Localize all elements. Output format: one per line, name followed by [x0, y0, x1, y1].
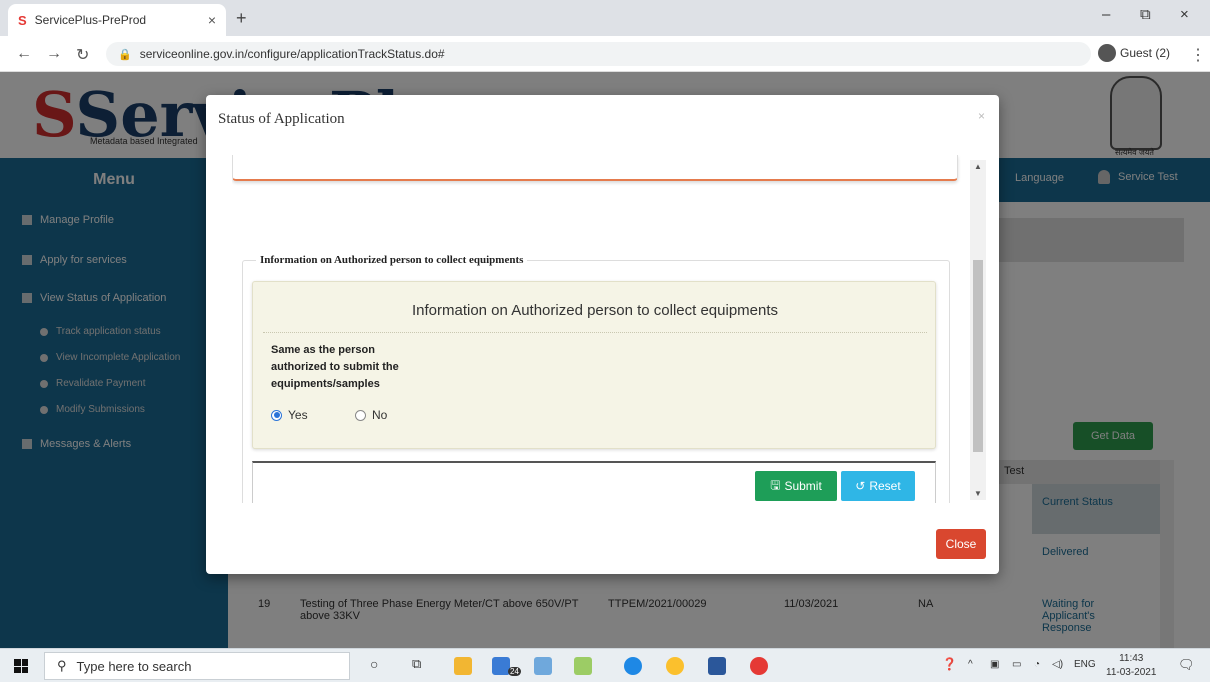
radio-no[interactable]: No — [355, 408, 387, 422]
browser-tab[interactable]: S ServicePlus-PreProd × — [8, 4, 226, 36]
radio-no-circle[interactable] — [355, 409, 366, 421]
windows-taskbar: ⚲ Type here to search ○ ⧉ 24 ❓ ^ ▣ ▭ ◔ ◁… — [0, 648, 1210, 682]
clock[interactable]: 11:43 11-03-2021 — [1106, 652, 1156, 680]
url-field[interactable]: 🔒 serviceonline.gov.in/configure/applica… — [106, 42, 1091, 66]
task-view-icon[interactable]: ⧉ — [412, 656, 421, 672]
forward-icon[interactable]: → — [46, 45, 62, 63]
same-person-question: Same as the person authorized to submit … — [271, 344, 399, 390]
radio-yes-circle[interactable] — [271, 409, 282, 421]
battery-icon[interactable]: ▭ — [1012, 659, 1021, 670]
word-icon[interactable] — [708, 657, 726, 675]
save-icon: 🖫 — [770, 477, 781, 492]
authorized-person-panel: Information on Authorized person to coll… — [252, 281, 936, 449]
profile-button[interactable]: Guest (2) — [1098, 44, 1170, 62]
browser-tabbar: S ServicePlus-PreProd × + – ⧉ × — [0, 0, 1210, 36]
submit-button[interactable]: 🖫 Submit — [755, 471, 837, 501]
modal-close-icon[interactable]: × — [978, 109, 985, 123]
clock-date: 11-03-2021 — [1106, 667, 1157, 678]
lock-icon: 🔒 — [118, 48, 132, 61]
network-icon[interactable]: ▣ — [990, 659, 999, 670]
maximize-button[interactable]: ⧉ — [1140, 6, 1151, 23]
url-text: serviceonline.gov.in/configure/applicati… — [139, 47, 445, 61]
tab-close-icon[interactable]: × — [208, 12, 216, 28]
scroll-down-icon[interactable]: ▼ — [974, 489, 982, 498]
reload-icon[interactable]: ↻ — [76, 45, 89, 65]
taskbar-search[interactable]: ⚲ Type here to search — [44, 652, 350, 680]
help-icon[interactable]: ❓ — [942, 657, 957, 671]
search-icon: ⚲ — [57, 658, 67, 673]
cortana-icon[interactable]: ○ — [370, 656, 378, 672]
chrome-icon[interactable] — [666, 657, 684, 675]
back-icon[interactable]: ← — [16, 45, 32, 63]
panel-divider — [263, 332, 927, 333]
dropbox-icon[interactable] — [534, 657, 552, 675]
browser-menu-icon[interactable]: ⋮ — [1190, 45, 1206, 65]
reset-button[interactable]: ↺ Reset — [841, 471, 915, 501]
profile-label: Guest (2) — [1120, 46, 1171, 60]
file-explorer-icon[interactable] — [454, 657, 472, 675]
close-button[interactable]: Close — [936, 529, 986, 559]
serviceplus-favicon-icon: S — [18, 12, 27, 28]
radio-yes[interactable]: Yes — [271, 408, 308, 422]
modal-body: Information on Authorized person to coll… — [232, 155, 976, 503]
guest-avatar-icon — [1098, 44, 1116, 62]
clock-time: 11:43 — [1119, 653, 1144, 664]
new-tab-button[interactable]: + — [236, 8, 247, 29]
windows-start-icon[interactable] — [14, 659, 28, 673]
modal-title: Status of Application — [218, 111, 345, 127]
language-indicator[interactable]: ENG — [1074, 659, 1096, 670]
modal-scrollbar[interactable]: ▲ ▼ — [970, 160, 986, 500]
window-close-button[interactable]: × — [1180, 6, 1189, 23]
panel-title: Information on Authorized person to coll… — [411, 302, 779, 319]
fieldset-legend: Information on Authorized person to coll… — [256, 254, 528, 266]
tray-chevron-icon[interactable]: ^ — [968, 659, 973, 670]
search-placeholder: Type here to search — [76, 658, 192, 674]
infinity-icon[interactable] — [574, 657, 592, 675]
wifi-icon[interactable]: ◔ — [1034, 659, 1040, 670]
edge-icon[interactable] — [624, 657, 642, 675]
chrome-active-icon[interactable] — [750, 657, 768, 675]
tab-title: ServicePlus-PreProd — [34, 13, 147, 27]
notifications-icon[interactable]: 🗨 — [1178, 657, 1195, 673]
scrollbar-thumb[interactable] — [973, 260, 983, 452]
previous-panel — [232, 155, 958, 181]
minimize-button[interactable]: – — [1102, 6, 1110, 23]
status-modal: Status of Application × Information on A… — [206, 95, 999, 574]
address-bar-area: ← → ↻ 🔒 serviceonline.gov.in/configure/a… — [0, 36, 1210, 72]
volume-icon[interactable]: ◁) — [1052, 659, 1063, 670]
undo-icon: ↺ — [855, 479, 866, 493]
mail-badge: 24 — [508, 667, 521, 676]
scroll-up-icon[interactable]: ▲ — [974, 162, 982, 171]
